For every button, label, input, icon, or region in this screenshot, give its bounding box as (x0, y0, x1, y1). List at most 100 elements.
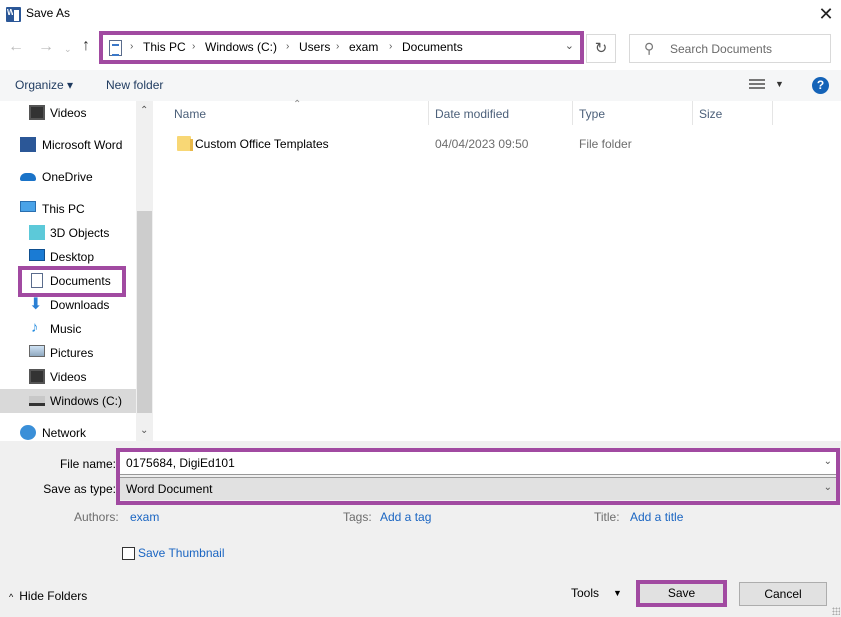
sidebar-item-music[interactable]: ♪ Music (0, 317, 136, 341)
breadcrumb-users[interactable]: Users (299, 40, 330, 54)
desktop-icon (29, 249, 45, 261)
navigation-pane: Videos Microsoft Word OneDrive This PC 3… (0, 101, 153, 441)
date-modified-cell: 04/04/2023 09:50 (435, 137, 529, 151)
breadcrumb-separator-icon: › (286, 41, 290, 52)
sidebar-item-this-pc[interactable]: This PC (0, 197, 136, 221)
save-options-panel: File name: Save as type: 0175684, DigiEd… (0, 441, 841, 617)
sidebar-item-3d-objects[interactable]: 3D Objects (0, 221, 136, 245)
word-icon (20, 137, 36, 152)
sidebar-item-label: Desktop (50, 250, 95, 264)
breadcrumb-exam[interactable]: exam (349, 40, 378, 54)
authors-link[interactable]: exam (130, 510, 159, 524)
tools-button[interactable]: Tools (571, 586, 599, 600)
refresh-button[interactable]: ↻ (586, 34, 616, 63)
sidebar-item-label: Downloads (50, 298, 110, 312)
onedrive-icon (20, 173, 36, 181)
hide-folders-button[interactable]: ^ Hide Folders (9, 589, 87, 603)
resize-grip[interactable] (832, 607, 840, 615)
file-name-dropdown-icon[interactable]: ⌄ (824, 456, 832, 467)
search-icon: ⚲ (644, 40, 655, 56)
window-title: Save As (26, 6, 71, 20)
file-name-input[interactable]: 0175684, DigiEd101 ⌄ (120, 452, 836, 475)
save-as-type-select[interactable]: Word Document ⌄ (120, 477, 836, 500)
chevron-up-icon: ^ (9, 592, 14, 602)
sidebar-item-label: Microsoft Word (42, 138, 123, 152)
sidebar-item-windows-c[interactable]: Windows (C:) (0, 389, 136, 413)
sidebar-scrollbar[interactable]: ⌃ ⌄ (136, 101, 153, 441)
table-row[interactable]: Custom Office Templates 04/04/2023 09:50… (155, 101, 841, 161)
file-list: ⌃ Name Date modified Type Size Custom Of… (155, 99, 841, 441)
folder-icon (177, 136, 193, 151)
type-cell: File folder (579, 137, 632, 151)
breadcrumb-separator-icon: › (389, 41, 393, 52)
file-name-cell: Custom Office Templates (195, 137, 329, 151)
hide-folders-label: Hide Folders (19, 589, 88, 603)
scroll-up-icon[interactable]: ⌃ (140, 105, 148, 116)
cancel-button[interactable]: Cancel (739, 582, 827, 606)
pictures-icon (29, 345, 45, 357)
forward-arrow-icon[interactable]: → (38, 38, 54, 56)
sidebar-item-network[interactable]: Network (0, 421, 136, 441)
sidebar-item-label: Network (42, 426, 87, 440)
up-arrow-icon[interactable]: ↑ (82, 37, 90, 55)
title-bar: Save As ✕ (0, 0, 841, 30)
add-title-link[interactable]: Add a title (630, 510, 683, 524)
command-bar: Organize ▾ New folder ▼ ? (0, 70, 841, 101)
breadcrumb-windows-c[interactable]: Windows (C:) (205, 40, 277, 54)
sidebar-item-label: Videos (50, 106, 87, 120)
breadcrumb-separator-icon: › (192, 41, 196, 52)
back-arrow-icon[interactable]: ← (8, 38, 24, 56)
breadcrumb-separator-icon: › (130, 41, 134, 52)
help-icon[interactable]: ? (812, 77, 829, 94)
organize-button[interactable]: Organize ▾ (15, 78, 73, 92)
save-as-type-label: Save as type: (43, 482, 116, 496)
search-placeholder: Search Documents (670, 42, 773, 56)
music-icon: ♪ (31, 319, 39, 336)
new-folder-button[interactable]: New folder (106, 78, 163, 92)
word-app-icon (6, 7, 21, 22)
scroll-down-icon[interactable]: ⌄ (140, 425, 148, 436)
save-button[interactable]: Save (636, 580, 727, 607)
sidebar-item-label: Windows (C:) (50, 394, 123, 408)
sidebar-item-label: Pictures (50, 346, 94, 360)
documents-highlight-box (18, 266, 126, 297)
sidebar-item-label: Music (50, 322, 82, 336)
videos-icon (29, 369, 45, 384)
address-bar[interactable]: › This PC › Windows (C:) › Users › exam … (99, 31, 584, 64)
this-pc-icon (20, 201, 36, 212)
scrollbar-thumb[interactable] (137, 211, 152, 413)
address-dropdown-icon[interactable]: ⌄ (565, 39, 574, 52)
save-as-type-dropdown-icon[interactable]: ⌄ (824, 482, 832, 493)
network-icon (20, 425, 36, 440)
add-tag-link[interactable]: Add a tag (380, 510, 431, 524)
sidebar-item-label: This PC (42, 202, 85, 216)
sidebar-item-pictures[interactable]: Pictures (0, 341, 136, 365)
documents-icon (109, 40, 122, 56)
save-as-type-value: Word Document (126, 482, 213, 496)
sidebar-item-videos-2[interactable]: Videos (0, 365, 136, 389)
sidebar-item-onedrive[interactable]: OneDrive (0, 165, 136, 189)
breadcrumb-separator-icon: › (336, 41, 340, 52)
breadcrumb-documents[interactable]: Documents (402, 40, 463, 54)
file-name-value: 0175684, DigiEd101 (126, 456, 235, 470)
save-thumbnail-checkbox[interactable] (122, 547, 135, 560)
view-options-icon[interactable] (749, 79, 765, 91)
videos-icon (29, 105, 45, 120)
file-name-label: File name: (59, 457, 116, 471)
sidebar-item-label: Videos (50, 370, 87, 384)
search-input[interactable]: ⚲ Search Documents (629, 34, 831, 63)
close-button[interactable]: ✕ (812, 2, 840, 26)
view-dropdown-icon[interactable]: ▼ (775, 79, 784, 89)
sidebar-item-label: 3D Objects (50, 226, 110, 240)
sidebar-item-label: OneDrive (42, 170, 93, 184)
sidebar-item-videos[interactable]: Videos (0, 101, 136, 125)
save-thumbnail-label[interactable]: Save Thumbnail (138, 546, 225, 560)
tools-dropdown-icon[interactable]: ▼ (613, 588, 622, 598)
breadcrumb-this-pc[interactable]: This PC (143, 40, 186, 54)
3d-objects-icon (29, 225, 45, 240)
title-label: Title: (594, 510, 620, 524)
sidebar-item-microsoft-word[interactable]: Microsoft Word (0, 133, 136, 157)
drive-icon (29, 396, 45, 406)
authors-label: Authors: (74, 510, 119, 524)
recent-locations-chevron-icon[interactable]: ⌄ (64, 44, 72, 55)
